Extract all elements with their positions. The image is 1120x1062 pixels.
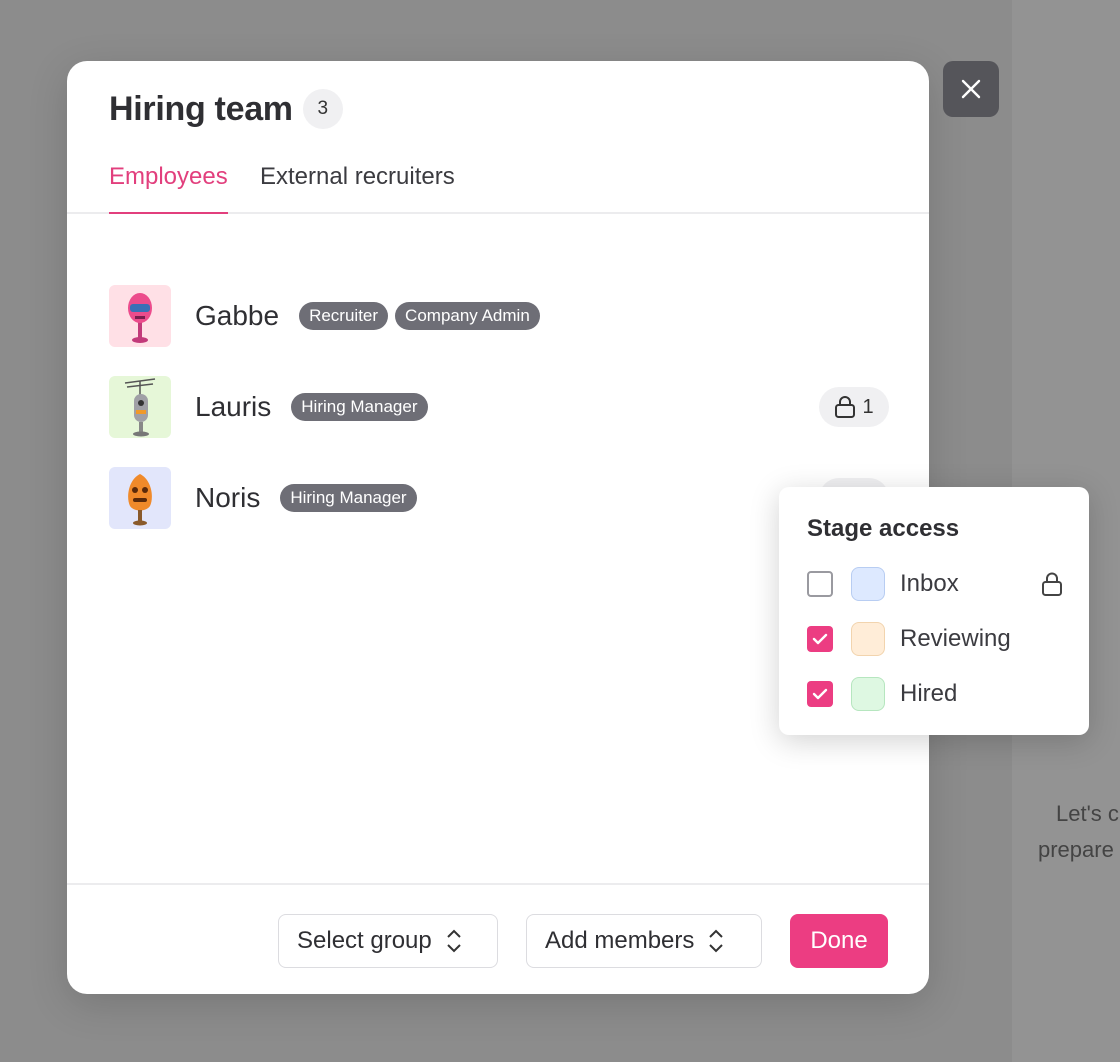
tab-employees[interactable]: Employees bbox=[109, 163, 228, 214]
tab-external-recruiters[interactable]: External recruiters bbox=[260, 163, 455, 214]
avatar bbox=[109, 376, 171, 438]
popover-title: Stage access bbox=[807, 515, 960, 542]
orange-robot-icon bbox=[128, 474, 152, 526]
lock-icon bbox=[835, 396, 856, 418]
close-icon bbox=[961, 79, 981, 99]
add-members-dropdown[interactable]: Add members bbox=[526, 914, 762, 968]
chevron-up-down-icon bbox=[709, 929, 724, 953]
check-icon bbox=[812, 633, 828, 645]
member-name: Noris bbox=[195, 482, 261, 513]
stage-row-inbox[interactable]: Inbox bbox=[807, 566, 1063, 602]
avatar bbox=[109, 467, 171, 529]
member-row-noris[interactable]: Noris Hiring Manager bbox=[109, 467, 889, 529]
stage-access-popover: Stage access Inbox Reviewing Hired bbox=[779, 487, 1089, 735]
check-icon bbox=[812, 688, 828, 700]
stage-checkbox[interactable] bbox=[807, 571, 833, 597]
select-group-label: Select group bbox=[297, 927, 432, 954]
stage-label: Reviewing bbox=[900, 625, 1011, 652]
stage-checkbox[interactable] bbox=[807, 681, 833, 707]
chevron-up-down-icon bbox=[447, 929, 461, 953]
close-button[interactable] bbox=[943, 61, 999, 117]
tab-bar: Employees External recruiters bbox=[67, 157, 929, 214]
role-badge: Hiring Manager bbox=[280, 484, 417, 512]
role-badge: Recruiter bbox=[299, 302, 389, 330]
modal-header: Hiring team 3 bbox=[109, 89, 343, 129]
member-name: Lauris bbox=[195, 391, 272, 422]
member-name: Gabbe bbox=[195, 300, 280, 331]
done-button[interactable]: Done bbox=[790, 914, 888, 968]
member-row-lauris[interactable]: Lauris Hiring Manager 1 bbox=[109, 376, 889, 438]
stage-row-hired[interactable]: Hired bbox=[807, 676, 1063, 712]
stage-color-swatch bbox=[851, 677, 885, 711]
stage-label: Inbox bbox=[900, 570, 959, 597]
background-text-line: prepare bbox=[1038, 837, 1114, 862]
background-text-line: Let's c bbox=[1056, 801, 1119, 826]
member-row-gabbe[interactable]: Gabbe Recruiter Company Admin bbox=[109, 285, 889, 347]
select-group-dropdown[interactable]: Select group bbox=[278, 914, 498, 968]
add-members-label: Add members bbox=[545, 927, 695, 954]
stage-color-swatch bbox=[851, 622, 885, 656]
modal-title: Hiring team bbox=[109, 89, 293, 128]
stage-checkbox[interactable] bbox=[807, 626, 833, 652]
role-badge: Company Admin bbox=[395, 302, 540, 330]
restricted-stage-count: 1 bbox=[862, 395, 874, 418]
lock-icon bbox=[1042, 572, 1062, 596]
stage-label: Hired bbox=[900, 680, 958, 707]
role-badge: Hiring Manager bbox=[291, 393, 428, 421]
background-text: Let's c prepare bbox=[1038, 796, 1120, 868]
avatar bbox=[109, 285, 171, 347]
member-count-badge: 3 bbox=[302, 89, 343, 129]
stage-row-reviewing[interactable]: Reviewing bbox=[807, 621, 1063, 657]
stage-color-swatch bbox=[851, 567, 885, 601]
pink-robot-icon bbox=[128, 293, 152, 343]
antenna-robot-icon bbox=[124, 378, 156, 437]
stage-access-button[interactable]: 1 bbox=[819, 387, 889, 427]
modal-footer: Select group Add members Done bbox=[67, 883, 929, 994]
